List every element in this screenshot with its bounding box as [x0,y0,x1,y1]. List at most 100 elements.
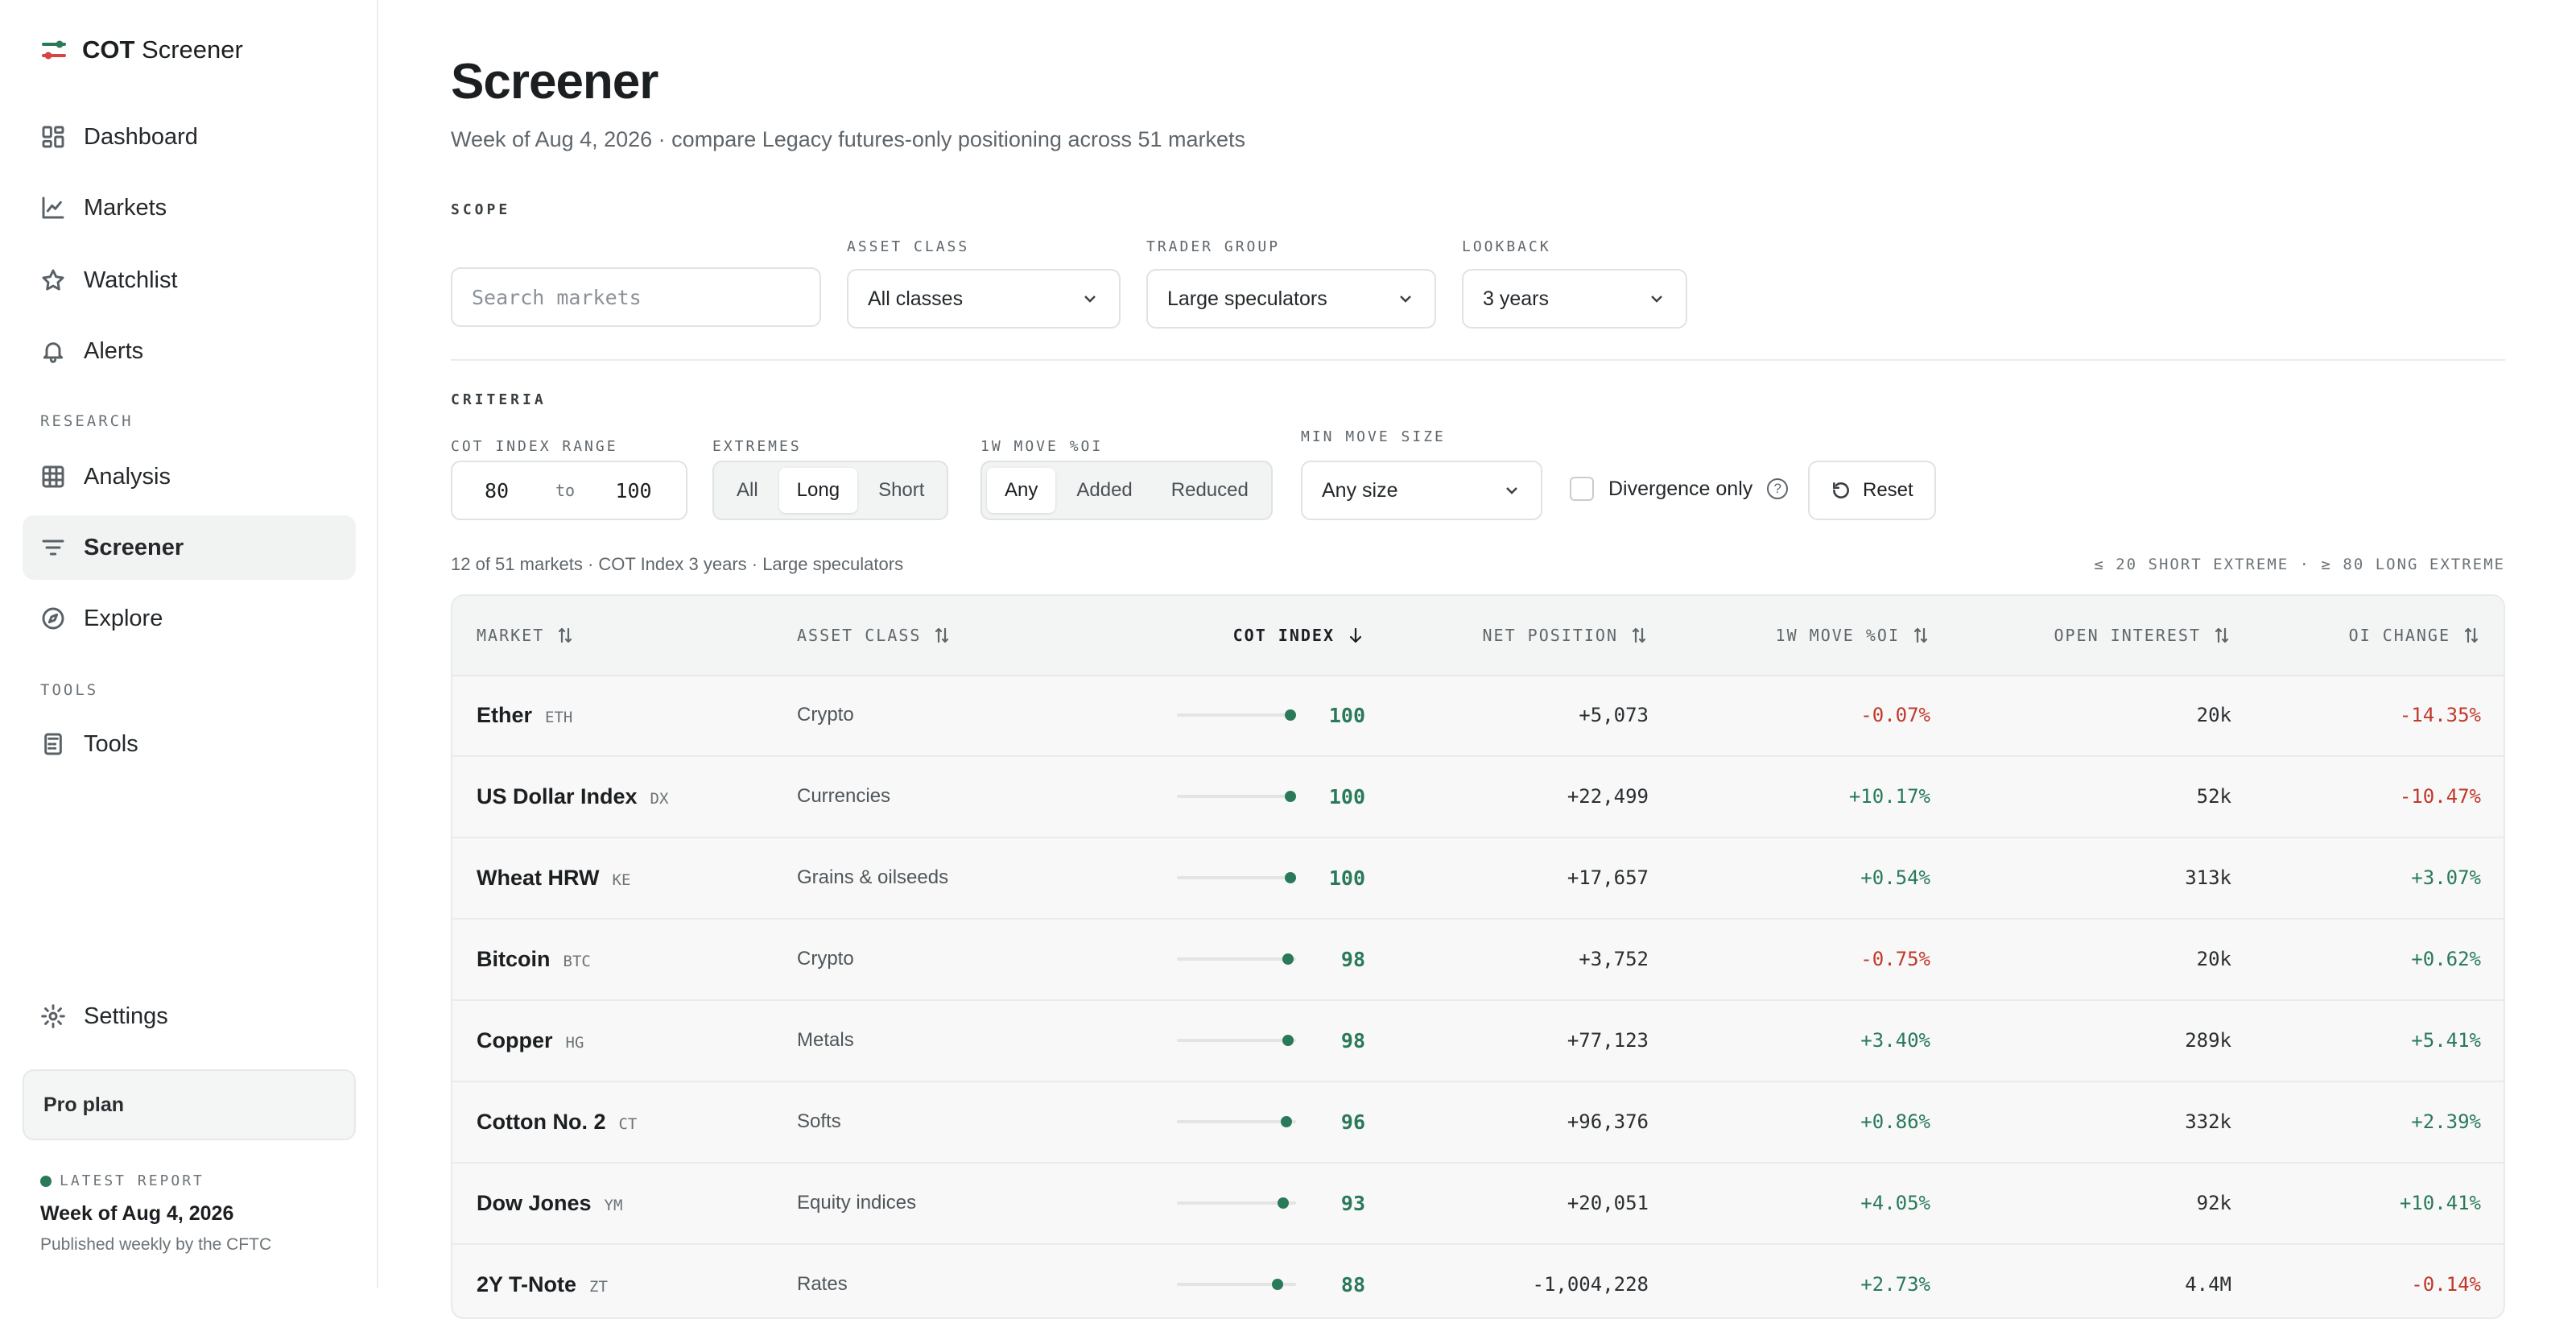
move-value: +0.54% [1860,866,1930,889]
move-value: +2.73% [1860,1273,1930,1296]
market-cell: 2Y T-Note ZT [477,1244,608,1317]
col-cot-index[interactable]: COT INDEX [1233,596,1365,675]
col-open-interest[interactable]: OPEN INTEREST [2054,596,2231,675]
nav-section-tools: TOOLS [40,681,99,699]
chevron-down-icon [1084,296,1096,303]
col-oi-change[interactable]: OI CHANGE [2349,596,2481,675]
move-value: +4.05% [1860,1192,1930,1214]
cot-index-bar [1177,872,1296,883]
min-move-select[interactable]: Any size [1301,461,1542,520]
cot-index-value: 96 [1340,1110,1365,1134]
page-subtitle: Week of Aug 4, 2026 · compare Legacy fut… [451,127,1246,151]
asset-class-cell: Rates [797,1273,848,1295]
col-label: MARKET [477,626,545,645]
cot-range-min[interactable]: 80 [452,479,541,502]
cot-index-value: 100 [1328,703,1365,727]
market-name[interactable]: Cotton No. 2 [477,1110,605,1135]
trader-group-select[interactable]: Large speculators [1146,269,1436,329]
move-any[interactable]: Any [987,468,1056,513]
sort-icon [2215,627,2229,643]
nav-tools[interactable]: Tools [23,712,356,776]
nav-analysis[interactable]: Analysis [23,444,356,509]
market-name[interactable]: Bitcoin [477,947,551,972]
market-name[interactable]: Copper [477,1028,553,1053]
help-icon[interactable]: ? [1767,478,1789,499]
cot-index-bar [1177,1197,1296,1209]
move-segmented: Any Added Reduced [980,461,1273,520]
calculator-icon [44,733,62,755]
extremes-long[interactable]: Long [778,468,858,513]
divergence-checkbox[interactable]: Divergence only ? [1570,477,1789,501]
oi-change-value: +10.41% [2399,1192,2481,1214]
market-cell: Ether ETH [477,675,572,755]
col-net-position[interactable]: NET POSITION [1483,596,1649,675]
open-interest-value: 92k [2196,1192,2231,1214]
sort-icon [1913,627,1928,643]
cot-index-value: 100 [1328,866,1365,890]
col-asset-class[interactable]: ASSET CLASS [797,596,952,675]
cot-range-max[interactable]: 100 [589,479,678,502]
table-row[interactable]: 2Y T-Note ZT Rates 88 -1,004,228 +2.73% 4.4M -0… [452,1244,2504,1317]
lookback-label: LOOKBACK [1462,238,1551,255]
nav-alerts[interactable]: Alerts [23,319,356,383]
nav-section-research: RESEARCH [40,412,134,430]
asset-class-select[interactable]: All classes [847,269,1121,329]
net-position-value: +3,752 [1579,948,1649,970]
plan-badge[interactable]: Pro plan [23,1069,356,1140]
table-row[interactable]: Ether ETH Crypto 100 +5,073 -0.07% 20k -14.35% [452,675,2504,757]
net-position-value: +20,051 [1567,1192,1649,1214]
net-position-value: -1,004,228 [1532,1273,1649,1296]
market-name[interactable]: US Dollar Index [477,784,638,809]
table-row[interactable]: Wheat HRW KE Grains & oilseeds 100 +17,657 +0… [452,837,2504,920]
extremes-all[interactable]: All [719,468,776,513]
grid-icon [42,465,64,488]
cot-index-value: 98 [1340,947,1365,971]
nav-screener[interactable]: Screener [23,515,356,580]
divergence-label: Divergence only [1608,477,1753,500]
open-interest-value: 52k [2196,785,2231,808]
market-name[interactable]: Wheat HRW [477,866,600,891]
cot-index-bar [1177,953,1296,965]
table-row[interactable]: US Dollar Index DX Currencies 100 +22,499 +10… [452,756,2504,838]
latest-report-week: Week of Aug 4, 2026 [40,1202,234,1225]
gear-icon [41,1004,65,1028]
dashboard-icon [42,126,64,148]
move-value: +3.40% [1860,1029,1930,1052]
reset-button[interactable]: Reset [1808,461,1936,520]
search-input[interactable]: Search markets [451,267,821,327]
extremes-label: EXTREMES [712,438,802,455]
asset-class-cell: Crypto [797,704,854,726]
table-row[interactable]: Cotton No. 2 CT Softs 96 +96,376 +0.86% 332k +2… [452,1081,2504,1164]
chevron-down-icon [1506,487,1517,494]
nav-explore[interactable]: Explore [23,586,356,651]
oi-change-value: +3.07% [2411,866,2481,889]
table-row[interactable]: Bitcoin BTC Crypto 98 +3,752 -0.75% 20k +0.62% [452,919,2504,1001]
logo-icon [42,40,66,60]
open-interest-value: 20k [2196,704,2231,726]
open-interest-value: 20k [2196,948,2231,970]
brand[interactable]: COT Screener [40,35,243,64]
col-market[interactable]: MARKET [477,596,575,675]
sort-icon [559,627,572,643]
table-row[interactable]: Copper HG Metals 98 +77,123 +3.40% 289k +5.41% [452,1000,2504,1082]
col-1w-move[interactable]: 1W MOVE %OI [1776,596,1930,675]
checkbox-box[interactable] [1570,477,1594,501]
nav-markets[interactable]: Markets [23,176,356,240]
lookback-select[interactable]: 3 years [1462,269,1687,329]
nav-watchlist[interactable]: Watchlist [23,248,356,312]
results-summary: 12 of 51 markets · COT Index 3 years · L… [451,554,904,574]
market-name[interactable]: Dow Jones [477,1191,592,1216]
extremes-short[interactable]: Short [861,468,942,513]
nav-settings[interactable]: Settings [23,984,356,1048]
cot-index-marker [1278,1197,1289,1209]
move-label: 1W MOVE %OI [980,438,1104,455]
move-reduced[interactable]: Reduced [1154,468,1266,513]
move-added[interactable]: Added [1059,468,1150,513]
market-name[interactable]: 2Y T-Note [477,1272,576,1297]
table-row[interactable]: Dow Jones YM Equity indices 93 +20,051 +4.05%… [452,1163,2504,1245]
oi-change-value: -10.47% [2399,785,2481,808]
nav-dashboard[interactable]: Dashboard [23,105,356,169]
nav-label: Dashboard [84,123,198,150]
market-name[interactable]: Ether [477,703,532,728]
market-symbol: HG [565,1034,584,1052]
